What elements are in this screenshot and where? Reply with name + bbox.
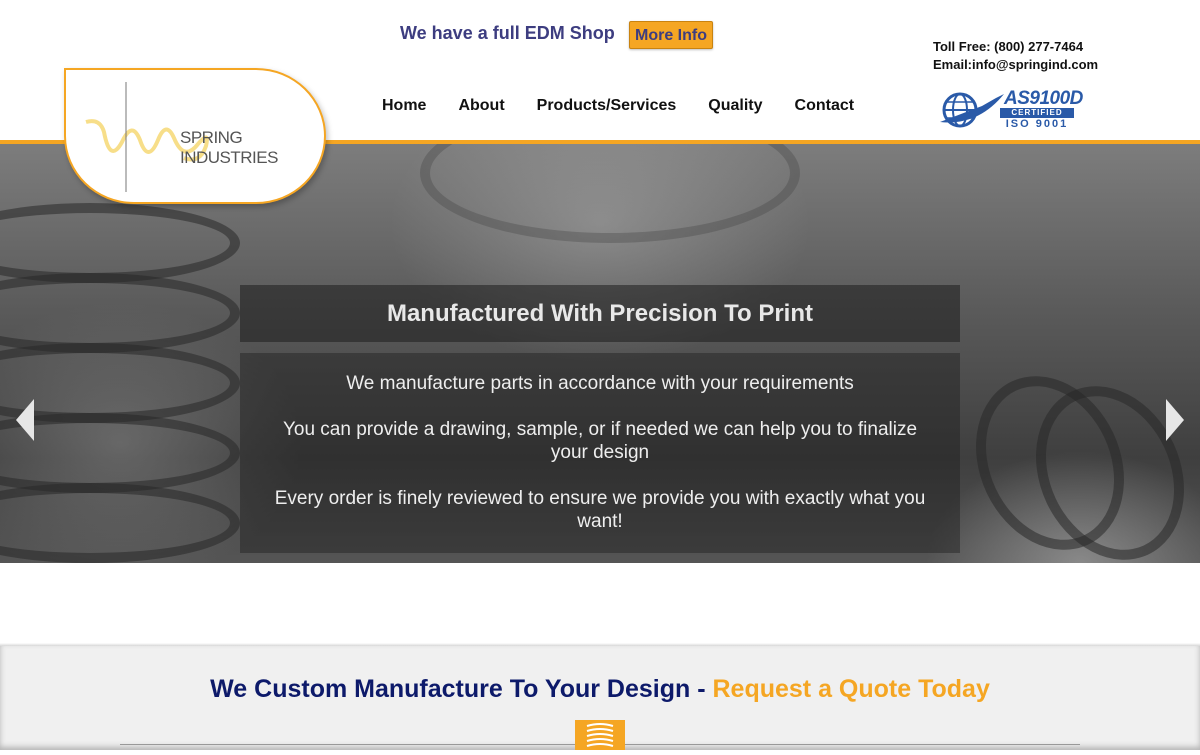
cert-title: AS9100D — [1004, 88, 1083, 109]
slide-paragraph: You can provide a drawing, sample, or if… — [282, 419, 918, 463]
coil-shape — [0, 203, 240, 283]
cert-subtitle: CERTIFIED — [1011, 108, 1063, 117]
company-logo[interactable]: SPRING INDUSTRIES — [64, 68, 326, 204]
slide-paragraph: We manufacture parts in accordance with … — [346, 373, 854, 394]
nav-item-quality[interactable]: Quality — [708, 97, 762, 115]
spring-icon — [575, 720, 625, 750]
coil-shape — [420, 143, 800, 243]
slider-prev-arrow-icon[interactable] — [16, 399, 34, 441]
email-address[interactable]: Email:info@springind.com — [933, 56, 1098, 74]
logo-text: SPRING INDUSTRIES — [180, 128, 278, 167]
toll-free-number[interactable]: Toll Free: (800) 277-7464 — [933, 38, 1098, 56]
coil-shape — [0, 413, 240, 493]
edm-shop-text: We have a full EDM Shop — [400, 23, 615, 43]
slide-title: Manufactured With Precision To Print — [240, 285, 960, 342]
more-info-button[interactable]: More Info — [629, 21, 713, 49]
nav-item-about[interactable]: About — [458, 97, 504, 115]
as9100d-certification-badge: AS9100D CERTIFIED ISO 9001 — [938, 88, 1083, 132]
coil-shape — [0, 343, 240, 423]
slide-paragraph: Every order is finely reviewed to ensure… — [274, 488, 926, 532]
nav-item-contact[interactable]: Contact — [795, 97, 855, 115]
request-quote-link[interactable]: Request a Quote Today — [713, 675, 990, 703]
cert-iso: ISO 9001 — [1005, 118, 1069, 130]
coil-shape — [0, 483, 240, 563]
nav-item-home[interactable]: Home — [382, 97, 426, 115]
coil-shape — [0, 273, 240, 353]
cta-headline: We Custom Manufacture To Your Design - R… — [0, 675, 1200, 704]
slide-body: We manufacture parts in accordance with … — [240, 353, 960, 553]
cta-headline-text: We Custom Manufacture To Your Design - — [210, 675, 713, 703]
nav-item-products-services[interactable]: Products/Services — [537, 97, 677, 115]
contact-info: Toll Free: (800) 277-7464 Email:info@spr… — [933, 38, 1098, 74]
main-nav: Home About Products/Services Quality Con… — [382, 97, 886, 115]
slider-next-arrow-icon[interactable] — [1166, 399, 1184, 441]
